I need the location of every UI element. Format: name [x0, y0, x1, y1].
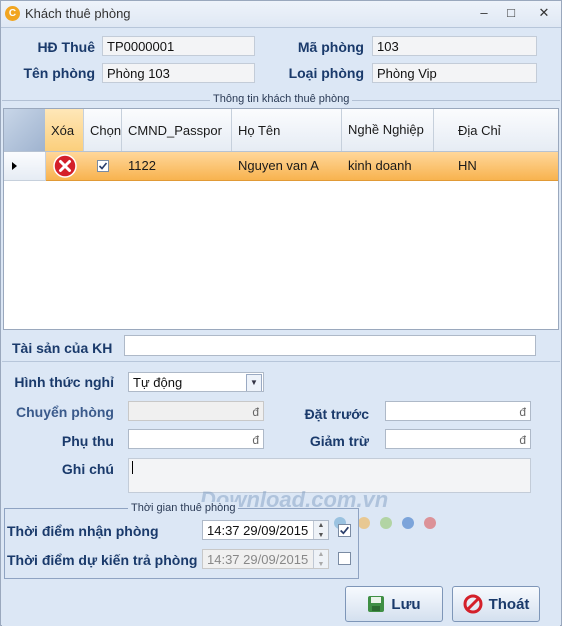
- deposit-field[interactable]: đ: [385, 401, 531, 421]
- discount-field[interactable]: đ: [385, 429, 531, 449]
- watermark-dots: [334, 515, 504, 531]
- save-label: Lưu: [391, 595, 421, 613]
- cell-cmnd[interactable]: 1122: [122, 152, 232, 180]
- surcharge-suffix: đ: [252, 433, 259, 447]
- checkin-spinner[interactable]: ▲ ▼: [313, 521, 328, 539]
- save-icon: [368, 596, 385, 612]
- deposit-label: Đặt trước: [304, 406, 369, 422]
- checkout-spinner: ▲ ▼: [313, 550, 328, 568]
- stay-type-value: Tự động: [133, 375, 183, 390]
- checkout-value: 14:37 29/09/2015: [207, 552, 309, 567]
- exit-label: Thoát: [488, 595, 530, 613]
- contract-field[interactable]: TP0000001: [102, 36, 255, 56]
- chevron-down-icon[interactable]: ▼: [246, 374, 262, 391]
- checkin-datetime[interactable]: 14:37 29/09/2015 ▲ ▼: [202, 520, 329, 540]
- table-row[interactable]: 1122 Nguyen van A kinh doanh HN: [4, 152, 558, 181]
- col-name[interactable]: Họ Tên: [232, 109, 342, 151]
- checkout-datetime: 14:37 29/09/2015 ▲ ▼: [202, 549, 329, 569]
- discount-suffix: đ: [519, 433, 526, 447]
- room-name-label: Tên phòng: [23, 65, 95, 81]
- assets-input[interactable]: [124, 335, 536, 356]
- current-row-arrow-icon: [12, 162, 17, 170]
- discount-label: Giảm trừ: [309, 433, 369, 449]
- cell-name[interactable]: Nguyen van A: [232, 152, 342, 180]
- surcharge-label: Phụ thu: [61, 433, 114, 449]
- delete-icon[interactable]: [53, 154, 77, 178]
- details-panel: Hình thức nghỉ Tự động ▼ Chuyển phòng đ …: [2, 361, 560, 626]
- checkin-checkbox[interactable]: [338, 524, 351, 537]
- row-indicator: [4, 152, 46, 181]
- transfer-label: Chuyển phòng: [16, 404, 114, 420]
- window: C Khách thuê phòng – □ ✕ HĐ Thuê TP00000…: [0, 0, 562, 626]
- surcharge-field[interactable]: đ: [128, 429, 264, 449]
- cell-job[interactable]: kinh doanh: [342, 152, 452, 180]
- checkin-label: Thời điểm nhận phòng: [7, 523, 159, 539]
- transfer-suffix: đ: [252, 405, 259, 419]
- room-code-field[interactable]: 103: [372, 36, 537, 56]
- minimize-button[interactable]: –: [471, 4, 497, 22]
- save-button[interactable]: Lưu: [345, 586, 443, 622]
- select-checkbox[interactable]: [97, 160, 109, 172]
- time-legend: Thời gian thuê phòng: [128, 502, 239, 514]
- close-button[interactable]: ✕: [531, 4, 557, 22]
- col-cmnd[interactable]: CMND_Passpor: [122, 109, 232, 151]
- col-delete[interactable]: Xóa: [45, 109, 84, 151]
- guests-grid[interactable]: Xóa Chọn CMND_Passpor Họ Tên Nghề Nghiệp…: [3, 108, 559, 330]
- assets-label: Tài sản của KH: [12, 340, 113, 356]
- stay-type-select[interactable]: Tự động ▼: [128, 372, 264, 392]
- text-cursor: [132, 461, 133, 474]
- checkin-value: 14:37 29/09/2015: [207, 523, 309, 538]
- contract-label: HĐ Thuê: [37, 39, 95, 55]
- checkout-checkbox[interactable]: [338, 552, 351, 565]
- title-bar: C Khách thuê phòng – □ ✕: [1, 1, 561, 28]
- window-title: Khách thuê phòng: [25, 6, 131, 21]
- room-type-label: Loại phòng: [288, 65, 364, 81]
- stay-type-label: Hình thức nghỉ: [14, 374, 114, 390]
- col-select[interactable]: Chọn: [84, 109, 122, 151]
- note-label: Ghi chú: [61, 461, 114, 477]
- transfer-field: đ: [128, 401, 264, 421]
- col-address[interactable]: Địa Chỉ: [452, 109, 558, 151]
- checkout-label: Thời điểm dự kiến trả phòng: [7, 552, 198, 568]
- guests-legend: Thông tin khách thuê phòng: [210, 93, 353, 105]
- deposit-suffix: đ: [519, 405, 526, 419]
- checkmark-icon: [340, 526, 350, 535]
- app-icon: C: [5, 6, 20, 21]
- exit-icon: [463, 594, 483, 614]
- exit-button[interactable]: Thoát: [452, 586, 540, 622]
- col-job[interactable]: Nghề Nghiệp: [342, 109, 434, 151]
- maximize-button[interactable]: □: [498, 4, 524, 22]
- room-code-label: Mã phòng: [297, 39, 364, 55]
- room-type-field[interactable]: Phòng Vip: [372, 63, 537, 83]
- grid-corner: [4, 109, 46, 151]
- checkmark-icon: [98, 162, 108, 170]
- room-name-field[interactable]: Phòng 103: [102, 63, 255, 83]
- cell-address[interactable]: HN: [452, 152, 558, 180]
- delete-cell[interactable]: [53, 152, 83, 180]
- grid-header: Xóa Chọn CMND_Passpor Họ Tên Nghề Nghiệp…: [4, 109, 558, 152]
